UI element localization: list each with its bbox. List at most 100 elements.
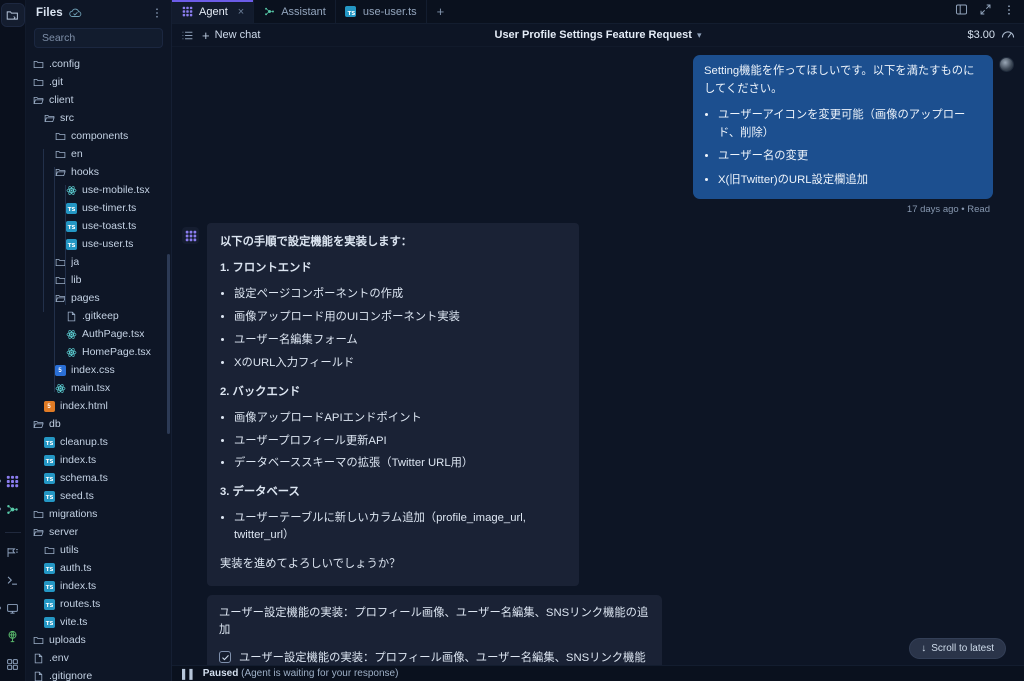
file-icon bbox=[32, 670, 44, 681]
file-tree-item[interactable]: .env bbox=[26, 649, 171, 667]
database-icon[interactable] bbox=[2, 625, 24, 647]
search-input[interactable] bbox=[34, 28, 163, 48]
file-tree-item[interactable]: TS index.ts bbox=[26, 577, 171, 595]
chevron-down-icon[interactable]: ▾ bbox=[697, 30, 702, 40]
sidebar-header: Files bbox=[26, 0, 171, 26]
tree-indent-guide bbox=[43, 149, 44, 312]
file-tree-item[interactable]: TS seed.ts bbox=[26, 487, 171, 505]
file-tree[interactable]: .config .git client src components en hooks use… bbox=[26, 54, 171, 681]
file-tree-item[interactable]: .git bbox=[26, 73, 171, 91]
user-message-bubble: Setting機能を作ってほしいです。以下を満たすものにしてください。 ユーザー… bbox=[693, 55, 993, 199]
tab-agent[interactable]: Agent × bbox=[172, 0, 255, 23]
agent-sections: 1. フロントエンド設定ページコンポーネントの作成画像アップロード用のUIコンポ… bbox=[220, 260, 566, 544]
usage-gauge-icon[interactable] bbox=[1001, 28, 1015, 43]
cloud-check-icon bbox=[69, 8, 82, 19]
agent-section-heading: 3. データベース bbox=[220, 486, 300, 499]
pause-icon[interactable]: ▌▌ bbox=[182, 669, 197, 679]
file-tree-item[interactable]: TS vite.ts bbox=[26, 613, 171, 631]
file-tree-item[interactable]: server bbox=[26, 523, 171, 541]
panel-layout-icon[interactable] bbox=[955, 3, 968, 21]
file-tree-item[interactable]: TS use-user.ts bbox=[26, 235, 171, 253]
more-vertical-icon[interactable] bbox=[151, 7, 163, 19]
file-tree-item[interactable]: 5 index.css bbox=[26, 361, 171, 379]
expand-icon[interactable] bbox=[979, 3, 992, 21]
react-file-icon bbox=[54, 382, 66, 394]
list-icon[interactable] bbox=[181, 29, 194, 42]
agent-section-list: 設定ページコンポーネントの作成画像アップロード用のUIコンポーネント実装ユーザー… bbox=[220, 286, 566, 372]
user-message-row: Setting機能を作ってほしいです。以下を満たすものにしてください。 ユーザー… bbox=[182, 47, 1014, 199]
file-tree-item[interactable]: lib bbox=[26, 271, 171, 289]
scroll-to-latest-button[interactable]: ↓ Scroll to latest bbox=[909, 638, 1006, 659]
sidebar-scrollbar[interactable] bbox=[167, 254, 170, 434]
folder-icon bbox=[54, 130, 66, 142]
file-tree-item[interactable]: TS use-timer.ts bbox=[26, 199, 171, 217]
file-tree-item[interactable]: HomePage.tsx bbox=[26, 343, 171, 361]
tab-use-user-ts[interactable]: TS use-user.ts bbox=[336, 0, 427, 23]
tab-assistant[interactable]: Assistant bbox=[254, 0, 336, 23]
status-bar: ▌▌ Paused (Agent is waiting for your res… bbox=[172, 665, 1024, 681]
shell-icon[interactable] bbox=[2, 569, 24, 591]
files-explorer-icon[interactable] bbox=[0, 3, 25, 27]
file-tree-item[interactable]: .config bbox=[26, 55, 171, 73]
folder-icon bbox=[54, 148, 66, 160]
plan-checked-item[interactable]: ユーザー設定機能の実装：プロフィール画像、ユーザー名編集、SNSリンク機能の追加 bbox=[219, 650, 650, 665]
editor-tabbar: Agent × Assistant TS use-user.ts + bbox=[172, 0, 1024, 24]
plan-card: ユーザー設定機能の実装：プロフィール画像、ユーザー名編集、SNSリンク機能の追加… bbox=[207, 595, 662, 665]
new-tab-button[interactable]: + bbox=[427, 0, 455, 23]
file-tree-item[interactable]: src bbox=[26, 109, 171, 127]
file-tree-item[interactable]: client bbox=[26, 91, 171, 109]
file-tree-item[interactable]: migrations bbox=[26, 505, 171, 523]
assistant-icon[interactable] bbox=[2, 498, 24, 520]
deploy-icon[interactable] bbox=[2, 541, 24, 563]
file-tree-item[interactable]: db bbox=[26, 415, 171, 433]
file-tree-item[interactable]: uploads bbox=[26, 631, 171, 649]
user-message-bullet: ユーザーアイコンを変更可能（画像のアップロード、削除） bbox=[718, 107, 982, 142]
file-tree-item[interactable]: TS use-toast.ts bbox=[26, 217, 171, 235]
ts-file-icon: TS bbox=[43, 562, 55, 574]
file-tree-item-label: use-mobile.tsx bbox=[82, 184, 150, 196]
css-file-icon: 5 bbox=[54, 364, 66, 376]
file-tree-item[interactable]: TS schema.ts bbox=[26, 469, 171, 487]
file-tree-item[interactable]: utils bbox=[26, 541, 171, 559]
file-tree-item[interactable]: pages bbox=[26, 289, 171, 307]
file-tree-item[interactable]: 5 index.html bbox=[26, 397, 171, 415]
agent-icon[interactable] bbox=[2, 470, 24, 492]
checkbox-checked-icon[interactable] bbox=[219, 651, 231, 663]
chat-title: User Profile Settings Feature Request bbox=[494, 29, 692, 41]
new-chat-button[interactable]: + New chat bbox=[202, 29, 260, 42]
file-tree-item[interactable]: TS index.ts bbox=[26, 451, 171, 469]
ts-file-icon: TS bbox=[43, 472, 55, 484]
plan-checked-label: ユーザー設定機能の実装：プロフィール画像、ユーザー名編集、SNSリンク機能の追加 bbox=[239, 652, 646, 664]
file-tree-item[interactable]: AuthPage.tsx bbox=[26, 325, 171, 343]
file-tree-item[interactable]: ja bbox=[26, 253, 171, 271]
status-state: Paused bbox=[202, 668, 239, 679]
file-tree-item[interactable]: TS routes.ts bbox=[26, 595, 171, 613]
file-tree-item[interactable]: main.tsx bbox=[26, 379, 171, 397]
file-tree-item[interactable]: .gitignore bbox=[26, 667, 171, 681]
close-icon[interactable]: × bbox=[238, 6, 244, 18]
file-tree-item-label: vite.ts bbox=[60, 616, 88, 628]
file-tree-item[interactable]: TS cleanup.ts bbox=[26, 433, 171, 451]
plan-card-wrap: ユーザー設定機能の実装：プロフィール画像、ユーザー名編集、SNSリンク機能の追加… bbox=[182, 595, 1014, 665]
apps-icon[interactable] bbox=[2, 653, 24, 675]
file-tree-item[interactable]: use-mobile.tsx bbox=[26, 181, 171, 199]
file-tree-item-label: index.ts bbox=[60, 454, 97, 466]
ts-file-icon: TS bbox=[43, 436, 55, 448]
agent-message-bubble: 以下の手順で設定機能を実装します： 1. フロントエンド設定ページコンポーネント… bbox=[207, 223, 579, 587]
file-tree-item[interactable]: TS auth.ts bbox=[26, 559, 171, 577]
agent-grid-icon bbox=[182, 227, 199, 244]
file-tree-item[interactable]: hooks bbox=[26, 163, 171, 181]
file-tree-item[interactable]: en bbox=[26, 145, 171, 163]
user-message-bullets: ユーザーアイコンを変更可能（画像のアップロード、削除） ユーザー名の変更 X(旧Tw… bbox=[704, 107, 982, 189]
agent-section-item: データベーススキーマの拡張（Twitter URL用） bbox=[234, 455, 566, 472]
more-vertical-icon[interactable] bbox=[1003, 3, 1015, 21]
file-tree-item-label: client bbox=[49, 94, 74, 106]
agent-section-list: ユーザーテーブルに新しいカラム追加（profile_image_url, twi… bbox=[220, 510, 566, 544]
preview-icon[interactable] bbox=[2, 597, 24, 619]
chat-scroll-area[interactable]: Setting機能を作ってほしいです。以下を満たすものにしてください。 ユーザー… bbox=[172, 47, 1024, 665]
file-tree-item-label: migrations bbox=[49, 508, 98, 520]
file-tree-item[interactable]: components bbox=[26, 127, 171, 145]
file-tree-item-label: AuthPage.tsx bbox=[82, 328, 145, 340]
file-tree-item[interactable]: .gitkeep bbox=[26, 307, 171, 325]
file-tree-item-label: .git bbox=[49, 76, 64, 88]
